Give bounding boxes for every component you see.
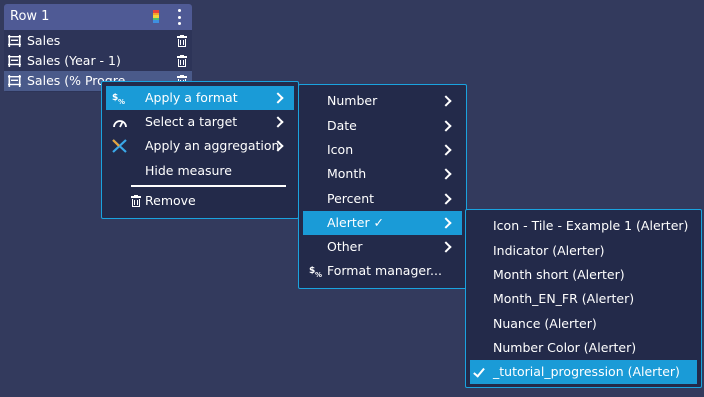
menu-item-label: Month_EN_FR (Alerter) <box>493 291 635 306</box>
format-item-format-manager[interactable]: $ % Format manager... <box>303 259 462 283</box>
alerter-item[interactable]: Month short (Alerter) <box>470 263 697 287</box>
menu-item-label: Format manager... <box>327 263 442 278</box>
menu-item-apply-aggregation[interactable]: Apply an aggregation <box>106 134 294 158</box>
chevron-right-icon <box>272 116 284 128</box>
menu-item-label: Date <box>327 118 357 133</box>
aggregation-icon <box>112 139 127 153</box>
chevron-right-icon <box>440 193 452 205</box>
menu-item-label: Alerter ✓ <box>327 215 385 230</box>
format-icon: $ % <box>112 93 125 105</box>
format-submenu: Number Date Icon Month Percent Alerter ✓… <box>298 84 467 289</box>
menu-item-hide-measure[interactable]: Hide measure <box>106 159 294 183</box>
alerter-item[interactable]: Number Color (Alerter) <box>470 336 697 360</box>
menu-item-label: Nuance (Alerter) <box>493 316 597 331</box>
format-item-alerter[interactable]: Alerter ✓ <box>303 211 462 235</box>
format-item-month[interactable]: Month <box>303 162 462 186</box>
format-item-number[interactable]: Number <box>303 89 462 113</box>
menu-item-label: Percent <box>327 191 375 206</box>
chevron-right-icon <box>440 168 452 180</box>
menu-item-select-target[interactable]: Select a target <box>106 110 294 134</box>
format-item-icon[interactable]: Icon <box>303 138 462 162</box>
menu-item-label: Remove <box>145 193 196 208</box>
context-menu: $ % Apply a format Select a target Apply… <box>101 81 299 219</box>
kebab-menu-icon[interactable] <box>176 9 182 25</box>
alerter-item[interactable]: Month_EN_FR (Alerter) <box>470 287 697 311</box>
measure-icon <box>8 75 21 87</box>
trash-icon <box>131 195 141 207</box>
measure-label: Sales (Year - 1) <box>27 53 121 68</box>
measure-label: Sales <box>27 33 61 48</box>
format-item-percent[interactable]: Percent <box>303 187 462 211</box>
alerter-item-selected[interactable]: _tutorial_progression (Alerter) <box>470 360 697 384</box>
menu-item-label: Month <box>327 166 367 181</box>
menu-item-label: Month short (Alerter) <box>493 267 625 282</box>
svg-text:%: % <box>315 271 322 278</box>
menu-item-label: Number Color (Alerter) <box>493 340 637 355</box>
svg-text:%: % <box>118 98 125 105</box>
color-bars-icon[interactable] <box>153 10 159 23</box>
chevron-right-icon <box>272 92 284 104</box>
chevron-right-icon <box>440 217 452 229</box>
menu-item-label: Hide measure <box>145 163 232 178</box>
chevron-right-icon <box>440 144 452 156</box>
chevron-right-icon <box>440 95 452 107</box>
menu-item-label: Apply a format <box>145 90 238 105</box>
menu-item-label: Number <box>327 93 378 108</box>
format-item-date[interactable]: Date <box>303 114 462 138</box>
row-panel: Row 1 Sales Sales (Year - 1) Sales (% Pr… <box>4 4 192 92</box>
menu-item-remove[interactable]: Remove <box>106 189 294 213</box>
menu-item-label: Other <box>327 239 363 254</box>
menu-separator <box>131 185 286 187</box>
delete-icon[interactable] <box>177 55 187 67</box>
chevron-right-icon <box>440 241 452 253</box>
menu-item-label: Icon - Tile - Example 1 (Alerter) <box>493 218 689 233</box>
alerter-item[interactable]: Icon - Tile - Example 1 (Alerter) <box>470 214 697 238</box>
alerter-submenu: Icon - Tile - Example 1 (Alerter) Indica… <box>465 209 702 388</box>
measure-item[interactable]: Sales <box>4 31 192 51</box>
checkmark-icon <box>473 365 485 378</box>
menu-item-label: Indicator (Alerter) <box>493 243 605 258</box>
menu-item-label: Select a target <box>145 114 238 129</box>
menu-item-apply-format[interactable]: $ % Apply a format <box>106 86 294 110</box>
measure-item[interactable]: Sales (Year - 1) <box>4 51 192 71</box>
measure-icon <box>8 55 21 67</box>
format-item-other[interactable]: Other <box>303 235 462 259</box>
menu-item-label: Icon <box>327 142 354 157</box>
menu-item-label: _tutorial_progression (Alerter) <box>493 364 680 379</box>
alerter-item[interactable]: Nuance (Alerter) <box>470 312 697 336</box>
delete-icon[interactable] <box>177 35 187 47</box>
menu-item-label: Apply an aggregation <box>145 138 280 153</box>
panel-header: Row 1 <box>4 4 192 30</box>
gauge-icon <box>113 120 127 128</box>
panel-title: Row 1 <box>10 9 50 24</box>
alerter-item[interactable]: Indicator (Alerter) <box>470 239 697 263</box>
measure-icon <box>8 35 21 47</box>
format-icon: $ % <box>309 266 322 278</box>
chevron-right-icon <box>440 120 452 132</box>
